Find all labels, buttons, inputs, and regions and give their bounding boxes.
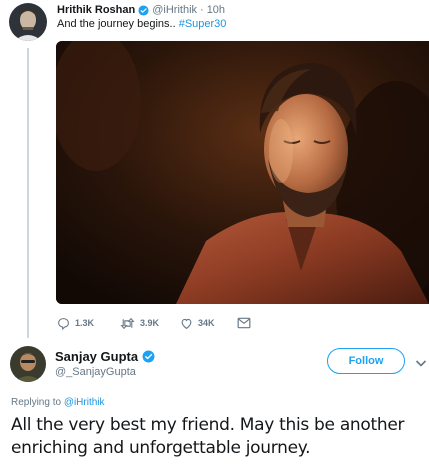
tweet-timestamp[interactable]: 10h xyxy=(207,4,225,16)
retweet-count: 3.9K xyxy=(140,318,160,328)
follow-button[interactable]: Follow xyxy=(327,348,405,374)
tweet-header: Hrithik Roshan @iHrithik · 10h xyxy=(57,2,225,18)
replying-to-handle-link[interactable]: @iHrithik xyxy=(64,397,105,408)
retweet-button[interactable]: 3.9K xyxy=(120,317,180,330)
retweet-icon xyxy=(120,317,135,330)
heart-icon xyxy=(180,317,193,330)
tweet-photo[interactable] xyxy=(56,41,429,304)
hashtag-link[interactable]: #Super30 xyxy=(179,18,227,30)
reply-author-avatar[interactable] xyxy=(10,346,46,382)
tweet-page: Hrithik Roshan @iHrithik · 10h And the j… xyxy=(0,0,429,468)
tweet-text-body: And the journey begins.. xyxy=(57,18,179,30)
verified-badge-icon xyxy=(142,350,155,363)
reply-author-name-row: Sanjay Gupta xyxy=(55,348,155,364)
direct-message-button[interactable] xyxy=(237,317,251,329)
reply-icon xyxy=(57,317,70,330)
replying-to-line: Replying to @iHrithik xyxy=(11,397,105,408)
like-button[interactable]: 34K xyxy=(180,317,237,330)
reply-tweet-text: All the very best my friend. May this be… xyxy=(11,415,405,458)
tweet-text: And the journey begins.. #Super30 xyxy=(57,18,226,30)
reply-button[interactable]: 1.3K xyxy=(57,317,120,330)
replying-to-prefix: Replying to xyxy=(11,397,64,408)
author-name[interactable]: Hrithik Roshan xyxy=(57,4,135,16)
author-handle[interactable]: @iHrithik xyxy=(152,4,197,16)
meta-separator: · xyxy=(200,4,204,16)
reply-count: 1.3K xyxy=(75,318,95,328)
verified-badge-icon xyxy=(138,4,149,16)
thread-connector-line xyxy=(27,48,29,338)
tweet-actions-bar: 1.3K 3.9K 34K xyxy=(57,314,251,332)
chevron-down-icon[interactable] xyxy=(415,355,427,367)
photo-of-man-in-warm-light-icon xyxy=(56,41,429,304)
author-avatar[interactable] xyxy=(9,3,47,41)
like-count: 34K xyxy=(198,318,215,328)
reply-author-handle[interactable]: @_SanjayGupta xyxy=(55,366,136,378)
reply-author-name[interactable]: Sanjay Gupta xyxy=(55,349,138,364)
envelope-icon xyxy=(237,317,251,329)
